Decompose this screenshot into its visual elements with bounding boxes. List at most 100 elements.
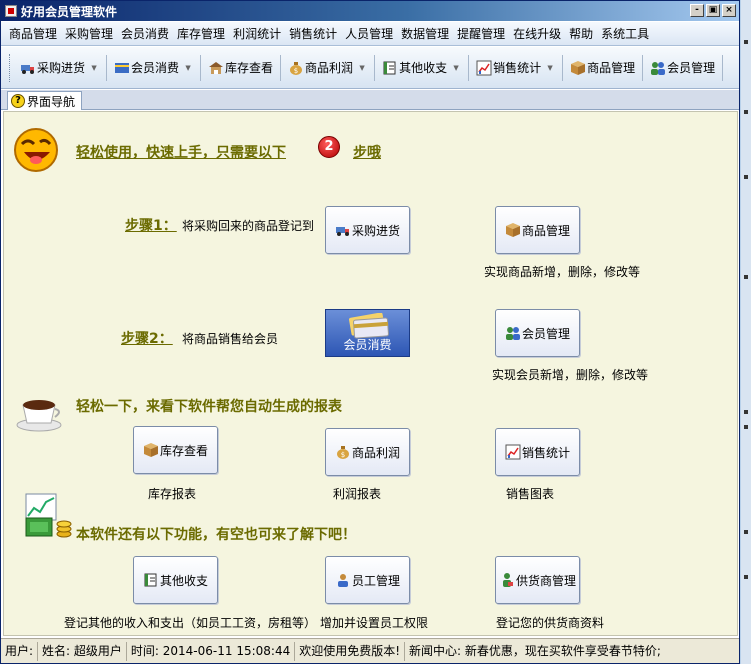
toolbar-stock-label: 库存查看 (225, 61, 274, 75)
menu-data[interactable]: 数据管理 (397, 25, 453, 42)
toolbar-profit-dropdown[interactable]: ▼ (357, 53, 367, 83)
toolbar-purchase-button[interactable]: 采购进货 (16, 53, 89, 83)
step2-label: 步骤2： (121, 331, 173, 347)
coffee-cup-icon (16, 400, 62, 432)
tab-navigation[interactable]: ? 界面导航 (7, 91, 83, 110)
minimize-button[interactable]: - (690, 4, 704, 17)
sales-stats-label: 销售统计 (521, 445, 570, 460)
staff-icon (337, 574, 348, 587)
tab-navigation-label: 界面导航 (27, 94, 76, 109)
sales-description: 销售图表 (506, 487, 555, 501)
menu-goods[interactable]: 商品管理 (5, 25, 61, 42)
close-button[interactable]: × (722, 4, 736, 17)
member-management-button[interactable]: 会员管理 (495, 309, 580, 357)
svg-text:$: $ (294, 67, 298, 75)
report-heading: 轻松一下，来看下软件帮您自动生成的报表 (76, 399, 342, 415)
other-income-label: 其他收支 (159, 573, 208, 588)
goods-management-button[interactable]: 商品管理 (495, 206, 580, 254)
title-bar[interactable]: 好用会员管理软件 - ▣ × (1, 1, 739, 21)
status-bar: 用户: 姓名: 超级用户 时间: 2014-06-11 15:08:44 欢迎使… (1, 638, 739, 663)
truck-icon (335, 227, 349, 236)
help-icon: ? (11, 94, 25, 108)
toolbar-member-consume-button[interactable]: 会员消费 (110, 53, 183, 83)
status-time: 时间: 2014-06-11 15:08:44 (127, 641, 296, 661)
purchase-button-label: 采购进货 (351, 223, 400, 238)
toolbar-purchase-dropdown[interactable]: ▼ (89, 53, 99, 83)
toolbar-sales-dropdown[interactable]: ▼ (545, 53, 555, 83)
truck-icon (21, 64, 34, 74)
menu-staff[interactable]: 人员管理 (341, 25, 397, 42)
intro-heading: 轻松使用，快速上手，只需要以下 (76, 145, 286, 161)
other-income-button[interactable]: 其他收支 (133, 556, 218, 604)
chart-icon (505, 444, 521, 460)
menu-purchase[interactable]: 采购管理 (61, 25, 117, 42)
step1-text: 将采购回来的商品登记到 (182, 219, 315, 233)
toolbar-separator (722, 54, 724, 81)
users-icon (651, 61, 666, 75)
toolbar-other-label: 其他收支 (399, 61, 448, 75)
member-consume-label: 会员消费 (343, 338, 392, 352)
toolbar-other-dropdown[interactable]: ▼ (451, 53, 461, 83)
box-icon (143, 443, 158, 457)
edge-mark (744, 175, 748, 179)
supplier-management-button[interactable]: 供货商管理 (495, 556, 580, 604)
smiley-icon (14, 128, 58, 172)
menu-bar: 商品管理 采购管理 会员消费 库存管理 利润统计 销售统计 人员管理 数据管理 … (1, 22, 739, 46)
toolbar-other-button[interactable]: 其他收支 (378, 53, 451, 83)
warehouse-icon (209, 61, 224, 74)
toolbar-profit-button[interactable]: $ 商品利润 (284, 53, 357, 83)
menu-member-consume[interactable]: 会员消费 (117, 25, 173, 42)
toolbar-sales-button[interactable]: 销售统计 (472, 53, 545, 83)
menu-sales[interactable]: 销售统计 (285, 25, 341, 42)
toolbar-members-button[interactable]: 会员管理 (646, 53, 719, 83)
toolbar-member-consume-dropdown[interactable]: ▼ (183, 53, 193, 83)
supplier-description: 登记您的供货商资料 (496, 616, 605, 630)
edge-mark (744, 40, 748, 44)
profit-label: 商品利润 (351, 445, 400, 460)
staff-management-label: 员工管理 (351, 573, 400, 588)
purchase-button[interactable]: 采购进货 (325, 206, 410, 254)
menu-upgrade[interactable]: 在线升级 (509, 25, 565, 42)
member-consume-button[interactable]: 会员消费 (325, 309, 410, 357)
menu-reminder[interactable]: 提醒管理 (453, 25, 509, 42)
chart-icon (476, 60, 492, 75)
step1-label: 步骤1： (125, 218, 177, 234)
other-income-description: 登记其他的收入和支出（如员工工资，房租等） (64, 616, 317, 630)
toolbar-separator (642, 54, 644, 81)
menu-stock[interactable]: 库存管理 (173, 25, 229, 42)
toolbar: 采购进货 ▼ 会员消费 ▼ 库存查看 $ 商品利润 ▼ 其他收支 ▼ 销售统计 (1, 47, 739, 89)
member-description: 实现会员新增，删除，修改等 (492, 368, 649, 382)
toolbar-separator (374, 54, 376, 81)
toolbar-grip[interactable] (9, 53, 12, 82)
edge-mark (744, 110, 748, 114)
staff-management-button[interactable]: 员工管理 (325, 556, 410, 604)
toolbar-member-consume-label: 会员消费 (131, 61, 180, 75)
card-icon (115, 62, 130, 73)
toolbar-profit-label: 商品利润 (305, 61, 354, 75)
status-name: 姓名: 超级用户 (38, 641, 127, 661)
step-count-badge: 2 (318, 136, 340, 158)
menu-tools[interactable]: 系统工具 (597, 25, 653, 42)
restore-button[interactable]: ▣ (706, 4, 720, 17)
users-icon (505, 327, 520, 340)
money-bag-icon: $ (336, 446, 349, 459)
toolbar-sales-label: 销售统计 (493, 61, 542, 75)
menu-profit[interactable]: 利润统计 (229, 25, 285, 42)
svg-text:$: $ (341, 451, 345, 459)
box-icon (571, 60, 586, 75)
window-controls: - ▣ × (690, 4, 736, 17)
profit-button[interactable]: $ 商品利润 (325, 428, 410, 476)
menu-help[interactable]: 帮助 (565, 25, 597, 42)
stock-view-button[interactable]: 库存查看 (133, 426, 218, 474)
goods-description: 实现商品新增，删除，修改等 (484, 265, 641, 279)
edge-mark (744, 410, 748, 414)
edge-mark (744, 275, 748, 279)
staff-description: 增加并设置员工权限 (320, 616, 429, 630)
supplier-management-label: 供货商管理 (515, 573, 576, 588)
status-user: 用户: (1, 641, 39, 661)
sales-stats-button[interactable]: 销售统计 (495, 428, 580, 476)
toolbar-goods-button[interactable]: 商品管理 (566, 53, 639, 83)
toolbar-stock-button[interactable]: 库存查看 (204, 53, 277, 83)
cash-chart-icon (25, 493, 72, 538)
status-news[interactable]: 新闻中心: 新春优惠，现在买软件享受春节特价; (405, 642, 665, 661)
